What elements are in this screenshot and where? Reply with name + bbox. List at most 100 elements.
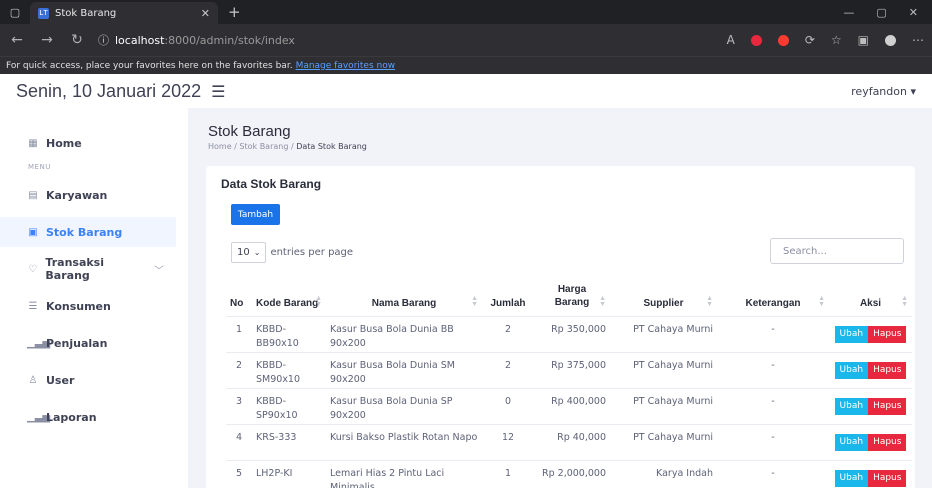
read-aloud-icon[interactable]: A <box>727 33 735 47</box>
column-header-kode[interactable]: Kode Barang ▲ ▼ <box>252 274 326 316</box>
cell-jumlah: 0 <box>482 387 534 424</box>
cell-jumlah: 2 <box>482 315 534 352</box>
delete-button[interactable]: Hapus <box>868 469 907 487</box>
edit-button[interactable]: Ubah <box>834 361 869 379</box>
sidebar-item-user[interactable]: ♙ User <box>0 365 188 395</box>
edit-button[interactable]: Ubah <box>834 469 869 487</box>
add-button[interactable]: Tambah <box>231 204 280 225</box>
favorites-star-icon[interactable]: ☆ <box>831 33 842 47</box>
site-info-icon[interactable]: ⓘ <box>98 32 109 48</box>
column-header-no[interactable]: No <box>226 274 252 316</box>
sidebar-item-label: Home <box>46 136 82 150</box>
hamburger-menu-icon[interactable]: ☰ <box>211 82 225 101</box>
url-host: localhost <box>115 33 165 47</box>
cell-no: 4 <box>226 423 252 460</box>
sidebar-item-home[interactable]: ▦ Home <box>0 128 188 158</box>
heart-icon: ♡ <box>28 263 38 275</box>
delete-button[interactable]: Hapus <box>868 433 907 451</box>
sidebar-item-karyawan[interactable]: ▤ Karyawan <box>0 180 188 210</box>
tab-favicon-icon: LT <box>38 7 49 19</box>
cell-harga: Rp 350,000 <box>534 315 610 352</box>
sidebar-item-stok-barang[interactable]: ▣ Stok Barang <box>0 217 176 247</box>
sidebar-item-label: Stok Barang <box>46 225 123 239</box>
column-header-supplier[interactable]: Supplier ▲ ▼ <box>610 274 717 316</box>
profile-avatar-icon[interactable] <box>885 34 896 46</box>
grid-icon: ▦ <box>28 137 38 149</box>
edit-button[interactable]: Ubah <box>834 433 869 451</box>
cell-supplier: Karya Indah <box>610 459 717 488</box>
list-icon: ☰ <box>28 300 38 312</box>
column-header-nama[interactable]: Nama Barang ▲ ▼ <box>326 274 482 316</box>
entries-select[interactable]: 10 ⌄ <box>231 242 267 263</box>
minimize-icon[interactable]: — <box>843 6 854 19</box>
cell-no: 3 <box>226 387 252 424</box>
manage-favorites-link[interactable]: Manage favorites now <box>296 61 396 71</box>
breadcrumb-stok-barang[interactable]: Stok Barang <box>239 142 288 151</box>
sidebar-item-transaksi-barang[interactable]: ♡ Transaksi Barang ﹀ <box>0 254 188 284</box>
cell-nama: Lemari Hias 2 Pintu Laci Minimalis <box>326 459 482 488</box>
back-icon[interactable]: ← <box>8 32 26 48</box>
extension-red-icon[interactable] <box>750 34 762 46</box>
table-header-row: No Kode Barang ▲ ▼ Nama Barang ▲ ▼ Jumlah Ha… <box>226 274 912 316</box>
cell-harga: Rp 2,000,000 <box>534 459 610 488</box>
collections-icon[interactable]: ▣ <box>858 33 869 47</box>
cell-supplier: PT Cahaya Murni <box>610 387 717 424</box>
table-row: 3 KBBD-SP90x10 Kasur Busa Bola Dunia SP … <box>226 387 912 424</box>
sidebar-item-laporan[interactable]: ▁▃▅ Laporan <box>0 402 188 432</box>
sort-icon: ▲ ▼ <box>471 294 478 308</box>
breadcrumb: Home / Stok Barang / Data Stok Barang <box>208 142 367 151</box>
extension-puzzle-icon[interactable]: ⟳ <box>805 33 815 47</box>
refresh-icon[interactable]: ↻ <box>68 32 86 48</box>
entries-value: 10 <box>237 247 250 258</box>
user-icon: ♙ <box>28 374 38 386</box>
edit-button[interactable]: Ubah <box>834 397 869 415</box>
cell-keterangan: - <box>717 459 829 488</box>
column-header-harga[interactable]: Harga Barang ▲ ▼ <box>534 274 610 316</box>
more-menu-icon[interactable]: ⋯ <box>912 33 924 47</box>
table-row: 1 KBBD-BB90x10 Kasur Busa Bola Dunia BB … <box>226 315 912 352</box>
cell-no: 2 <box>226 351 252 388</box>
close-window-icon[interactable]: ✕ <box>909 6 918 19</box>
forward-icon[interactable]: → <box>38 32 56 48</box>
browser-tab[interactable]: LT Stok Barang ✕ <box>30 2 218 24</box>
delete-button[interactable]: Hapus <box>868 325 907 343</box>
user-menu[interactable]: reyfandon ▾ <box>851 85 916 98</box>
entries-label: entries per page <box>270 247 354 258</box>
header-date: Senin, 10 Januari 2022 <box>16 80 202 101</box>
chevron-down-icon: ﹀ <box>154 265 164 277</box>
sidebar-item-label: Laporan <box>46 410 97 424</box>
column-header-keterangan[interactable]: Keterangan ▲ ▼ <box>717 274 829 316</box>
cell-jumlah: 1 <box>482 459 534 488</box>
new-tab-icon[interactable]: + <box>228 3 241 21</box>
url-field[interactable]: ⓘ localhost:8000/admin/stok/index <box>98 32 295 48</box>
breadcrumb-home[interactable]: Home <box>208 142 232 151</box>
cell-keterangan: - <box>717 351 829 388</box>
sidebar-item-label: Penjualan <box>46 336 108 350</box>
table-row: 4 KRS-333 Kursi Bakso Plastik Rotan Napo… <box>226 423 912 460</box>
cell-kode: KBBD-SP90x10 <box>252 387 326 424</box>
column-header-jumlah[interactable]: Jumlah <box>482 274 534 316</box>
maximize-icon[interactable]: ▢ <box>876 6 886 19</box>
card-title: Data Stok Barang <box>221 177 322 191</box>
delete-button[interactable]: Hapus <box>868 397 907 415</box>
cell-aksi: Ubah Hapus <box>829 315 912 352</box>
edit-button[interactable]: Ubah <box>834 325 869 343</box>
bar-chart-icon: ▁▃▅ <box>27 337 51 349</box>
delete-button[interactable]: Hapus <box>868 361 907 379</box>
browser-tab-bar: ▢ LT Stok Barang ✕ + — ▢ ✕ <box>0 0 932 24</box>
favorites-hint: For quick access, place your favorites h… <box>6 60 293 71</box>
cell-nama: Kasur Busa Bola Dunia BB 90x200 <box>326 315 482 352</box>
sidebar-item-penjualan[interactable]: ▁▃▅ Penjualan <box>0 328 188 358</box>
entries-control: 10 ⌄ entries per page <box>231 242 353 263</box>
stock-table: No Kode Barang ▲ ▼ Nama Barang ▲ ▼ Jumlah Ha… <box>226 274 912 488</box>
cell-no: 5 <box>226 459 252 488</box>
sidebar-item-konsumen[interactable]: ☰ Konsumen <box>0 291 188 321</box>
close-tab-icon[interactable]: ✕ <box>201 7 210 20</box>
menu-section-label: MENU <box>28 163 51 171</box>
extension-adblock-icon[interactable] <box>777 34 789 46</box>
column-header-aksi[interactable]: Aksi ▲ ▼ <box>829 274 912 316</box>
cell-supplier: PT Cahaya Murni <box>610 315 717 352</box>
window-menu-icon[interactable]: ▢ <box>0 0 30 24</box>
search-input[interactable]: Search... <box>770 238 904 264</box>
cell-aksi: Ubah Hapus <box>829 423 912 460</box>
